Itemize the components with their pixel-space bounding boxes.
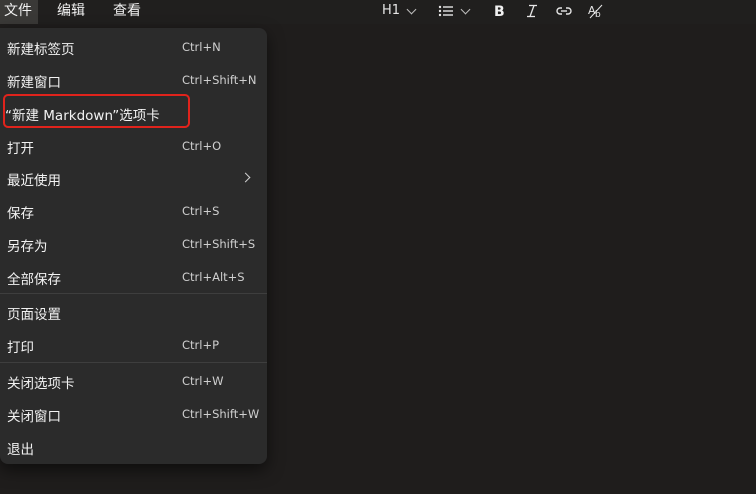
- menu-separator: [0, 293, 267, 294]
- menu-separator: [0, 362, 267, 363]
- list-dropdown[interactable]: [438, 0, 471, 22]
- menu-item-shortcut: Ctrl+Shift+W: [182, 407, 260, 421]
- menu-item-exit[interactable]: 退出: [0, 432, 267, 462]
- menu-bar: 文件 编辑 查看 H1 B A b: [0, 0, 756, 24]
- menu-item-shortcut: Ctrl+N: [182, 40, 221, 54]
- menu-item-label: 退出: [7, 442, 34, 458]
- menu-item-shortcut: Ctrl+P: [182, 338, 220, 352]
- menu-item-label: 打印: [7, 340, 34, 356]
- menu-item-label: 最近使用: [7, 173, 61, 189]
- menu-item-recent[interactable]: 最近使用: [0, 163, 267, 193]
- menu-item-label: 页面设置: [7, 307, 61, 323]
- svg-text:B: B: [494, 4, 505, 19]
- bold-button[interactable]: B: [493, 0, 507, 22]
- menu-item-new-window[interactable]: 新建窗口 Ctrl+Shift+N: [0, 65, 267, 95]
- highlight-annotation: [3, 94, 190, 128]
- menu-item-shortcut: Ctrl+W: [182, 374, 224, 388]
- menu-item-close-tab[interactable]: 关闭选项卡 Ctrl+W: [0, 366, 267, 396]
- chevron-down-icon: [460, 4, 471, 14]
- menu-item-shortcut: Ctrl+Alt+S: [182, 270, 245, 284]
- link-button[interactable]: [555, 0, 573, 22]
- menu-item-label: 另存为: [7, 239, 48, 255]
- menu-item-shortcut: Ctrl+O: [182, 139, 222, 153]
- menu-item-label: 新建窗口: [7, 75, 61, 91]
- menu-item-label: 保存: [7, 206, 34, 222]
- menu-item-label: 全部保存: [7, 272, 61, 288]
- heading-label: H1: [382, 3, 401, 18]
- menu-item-label: 打开: [7, 141, 34, 157]
- menu-item-close-window[interactable]: 关闭窗口 Ctrl+Shift+W: [0, 399, 267, 429]
- italic-button[interactable]: [525, 0, 539, 22]
- bold-icon: B: [494, 4, 505, 19]
- heading-dropdown[interactable]: H1: [382, 0, 417, 22]
- menu-item-shortcut: Ctrl+S: [182, 204, 220, 218]
- chevron-right-icon: [240, 172, 251, 183]
- list-icon: [438, 5, 453, 17]
- menu-item-label: 新建标签页: [7, 42, 75, 58]
- menu-item-save-as[interactable]: 另存为 Ctrl+Shift+S: [0, 229, 267, 259]
- menu-item-save[interactable]: 保存 Ctrl+S: [0, 196, 267, 226]
- menu-item-label: 关闭选项卡: [7, 376, 75, 392]
- spellcheck-button[interactable]: A b: [588, 0, 604, 22]
- menu-item-print[interactable]: 打印 Ctrl+P: [0, 330, 267, 360]
- menu-item-label: 关闭窗口: [7, 409, 61, 425]
- menu-item-shortcut: Ctrl+Shift+S: [182, 237, 256, 251]
- menu-file[interactable]: 文件: [0, 0, 38, 24]
- menu-item-save-all[interactable]: 全部保存 Ctrl+Alt+S: [0, 262, 267, 292]
- chevron-down-icon: [406, 4, 417, 14]
- menu-view[interactable]: 查看: [109, 0, 149, 24]
- italic-icon: [527, 4, 537, 18]
- menu-item-open[interactable]: 打开 Ctrl+O: [0, 131, 267, 161]
- link-icon: [556, 7, 572, 15]
- menu-edit[interactable]: 编辑: [53, 0, 93, 24]
- spellcheck-icon: A b: [588, 4, 603, 20]
- menu-item-shortcut: Ctrl+Shift+N: [182, 73, 257, 87]
- menu-item-page-setup[interactable]: 页面设置: [0, 297, 267, 327]
- menu-item-new-tab[interactable]: 新建标签页 Ctrl+N: [0, 32, 267, 62]
